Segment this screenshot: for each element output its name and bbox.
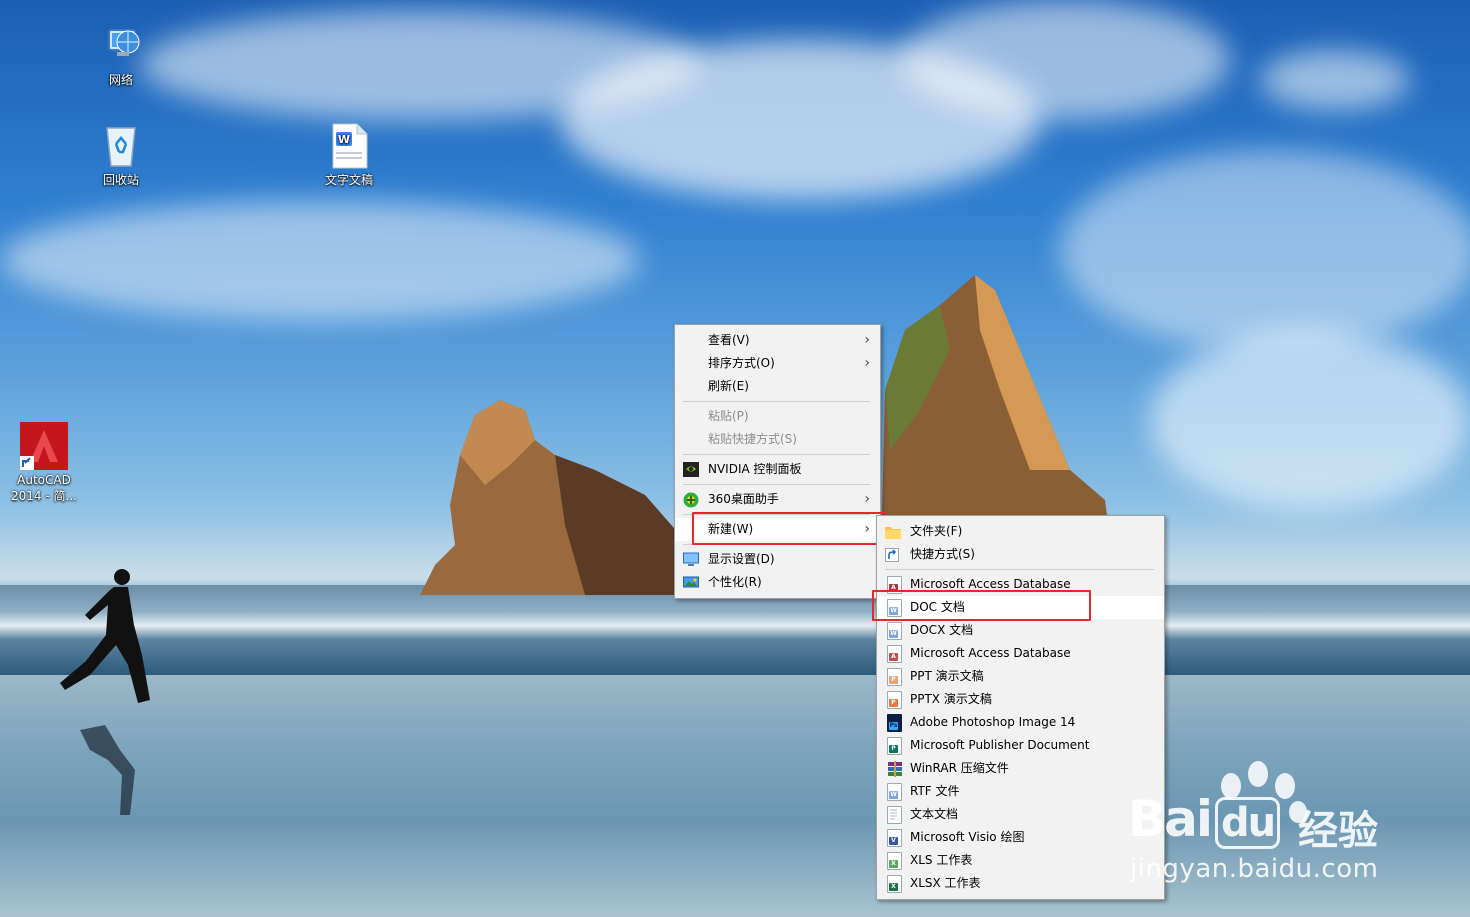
folder-icon <box>885 524 901 539</box>
chevron-right-icon: › <box>864 491 870 507</box>
submenu-item-access-database-2[interactable]: A Microsoft Access Database <box>877 642 1164 665</box>
watermark-brand: Bai <box>1128 790 1213 848</box>
highlight-box-doc <box>872 590 1091 621</box>
submenu-item-docx[interactable]: W DOCX 文档 <box>877 619 1164 642</box>
menu-item-nvidia-control-panel[interactable]: NVIDIA 控制面板 <box>675 458 880 481</box>
menu-separator <box>885 569 1154 570</box>
menu-separator <box>683 484 870 485</box>
desktop-icon-autocad[interactable]: AutoCAD 2014 - 简... <box>4 422 84 504</box>
menu-item-paste-shortcut[interactable]: 粘贴快捷方式(S) <box>675 428 880 451</box>
new-submenu: 文件夹(F) 快捷方式(S) A Microsoft Access Databa… <box>876 515 1165 900</box>
desktop-icon-wps-document[interactable]: W 文字文稿 <box>309 122 389 188</box>
submenu-item-visio[interactable]: V Microsoft Visio 绘图 <box>877 826 1164 849</box>
access-icon: A <box>887 645 902 663</box>
desktop-icon-label: 回收站 <box>102 173 139 187</box>
chevron-right-icon: › <box>864 355 870 371</box>
autocad-icon <box>20 422 68 470</box>
watermark-suffix: 经验 <box>1298 808 1378 854</box>
desktop-icon-label: 文字文稿 <box>324 173 373 187</box>
svg-text:W: W <box>338 133 350 146</box>
menu-item-paste[interactable]: 粘贴(P) <box>675 405 880 428</box>
wps-document-icon: W <box>325 122 373 170</box>
desktop-icon-network[interactable]: 网络 <box>81 22 161 88</box>
photoshop-icon: Ps <box>887 714 902 732</box>
xlsx-icon: X <box>887 875 902 893</box>
submenu-item-publisher[interactable]: P Microsoft Publisher Document <box>877 734 1164 757</box>
baidu-jingyan-watermark: Bai du 经验 jingyan.baidu.com <box>1128 760 1418 890</box>
desktop-context-menu: 查看(V) › 排序方式(O) › 刷新(E) 粘贴(P) 粘贴快捷方式(S) … <box>674 324 881 599</box>
visio-icon: V <box>887 829 902 847</box>
winrar-icon <box>887 761 903 777</box>
chevron-right-icon: › <box>864 332 870 348</box>
submenu-item-rtf[interactable]: W RTF 文件 <box>877 780 1164 803</box>
publisher-icon: P <box>887 737 902 755</box>
submenu-item-xlsx[interactable]: X XLSX 工作表 <box>877 872 1164 895</box>
menu-item-display-settings[interactable]: 显示设置(D) <box>675 548 880 571</box>
menu-item-360-desktop-assistant[interactable]: 360桌面助手 › <box>675 488 880 511</box>
recycle-bin-icon <box>97 122 145 170</box>
submenu-item-text-document[interactable]: 文本文档 <box>877 803 1164 826</box>
submenu-item-ppt[interactable]: P PPT 演示文稿 <box>877 665 1164 688</box>
personalize-icon <box>683 575 699 590</box>
desktop-icon-label-line1: AutoCAD <box>17 473 71 487</box>
menu-item-view[interactable]: 查看(V) › <box>675 329 880 352</box>
menu-separator <box>683 401 870 402</box>
runner-silhouette <box>60 569 150 815</box>
submenu-item-pptx[interactable]: P PPTX 演示文稿 <box>877 688 1164 711</box>
menu-item-personalize[interactable]: 个性化(R) <box>675 571 880 594</box>
shortcut-icon <box>885 547 901 562</box>
menu-item-refresh[interactable]: 刷新(E) <box>675 375 880 398</box>
menu-separator <box>683 454 870 455</box>
menu-item-sort-by[interactable]: 排序方式(O) › <box>675 352 880 375</box>
watermark-url: jingyan.baidu.com <box>1130 854 1379 884</box>
ppt-icon: P <box>887 668 902 686</box>
text-document-icon <box>887 806 902 824</box>
left-rock <box>420 400 693 595</box>
submenu-item-photoshop[interactable]: Ps Adobe Photoshop Image 14 <box>877 711 1164 734</box>
submenu-item-shortcut[interactable]: 快捷方式(S) <box>877 543 1164 566</box>
pptx-icon: P <box>887 691 902 709</box>
display-icon <box>683 552 699 567</box>
desktop-icon-recycle-bin[interactable]: 回收站 <box>81 122 161 188</box>
submenu-item-xls[interactable]: X XLS 工作表 <box>877 849 1164 872</box>
desktop-icon-label: 网络 <box>108 73 133 87</box>
desktop-icon-label-line2: 2014 - 简... <box>11 489 77 503</box>
submenu-item-folder[interactable]: 文件夹(F) <box>877 520 1164 543</box>
network-icon <box>97 22 145 70</box>
watermark-brand-du: du <box>1215 797 1281 849</box>
highlight-box-new <box>692 512 886 545</box>
xls-icon: X <box>887 852 902 870</box>
nvidia-icon <box>683 462 699 477</box>
rtf-icon: W <box>887 783 902 801</box>
submenu-item-winrar[interactable]: WinRAR 压缩文件 <box>877 757 1164 780</box>
docx-icon: W <box>887 622 902 640</box>
360-icon <box>683 492 699 508</box>
